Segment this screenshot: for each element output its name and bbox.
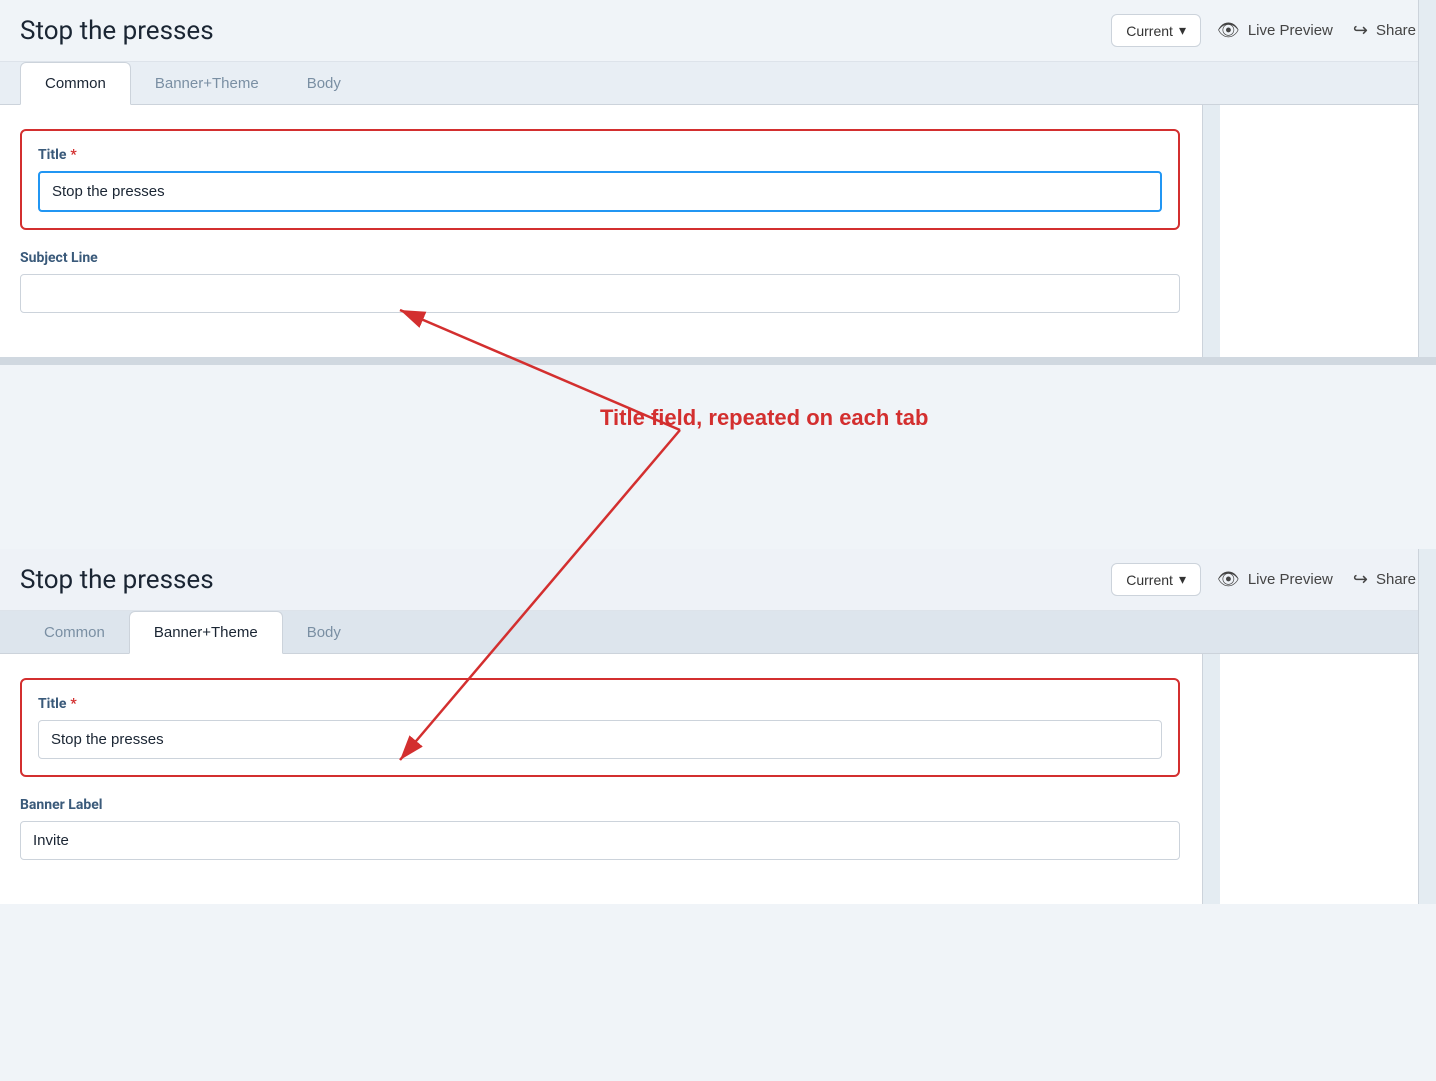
bottom-panel: Stop the presses Current ▾ 👁 Live Previe…	[0, 549, 1436, 904]
share-label-top: Share	[1376, 22, 1416, 39]
tab-common-top[interactable]: Common	[20, 62, 131, 105]
subject-line-field-group: Subject Line	[20, 250, 1180, 313]
share-label-bottom: Share	[1376, 571, 1416, 588]
tab-body-bottom[interactable]: Body	[283, 611, 365, 653]
title-label-top: Title *	[38, 147, 1162, 163]
live-preview-label-bottom: Live Preview	[1248, 571, 1333, 588]
title-input-top[interactable]	[38, 171, 1162, 212]
version-chevron-top: ▾	[1179, 22, 1186, 39]
tab-common-bottom[interactable]: Common	[20, 611, 129, 653]
title-required-top: *	[70, 147, 76, 163]
version-dropdown-bottom[interactable]: Current ▾	[1111, 563, 1201, 596]
tab-bottom-side-strip	[1418, 549, 1436, 904]
version-label-top: Current	[1126, 23, 1173, 39]
page-title-top: Stop the presses	[20, 16, 1095, 46]
version-dropdown-top[interactable]: Current ▾	[1111, 14, 1201, 47]
eye-icon-bottom: 👁	[1217, 569, 1240, 590]
form-bottom-side-strip	[1202, 654, 1220, 904]
title-input-bottom[interactable]	[38, 720, 1162, 759]
banner-label-label: Banner Label	[20, 797, 1180, 813]
bottom-tabs: Common Banner+Theme Body	[0, 611, 1436, 654]
live-preview-button-top[interactable]: 👁 Live Preview	[1217, 20, 1333, 41]
title-field-group-bottom: Title *	[20, 678, 1180, 777]
title-required-bottom: *	[70, 696, 76, 712]
top-panel: Stop the presses Current ▾ 👁 Live Previe…	[0, 0, 1436, 365]
bottom-header: Stop the presses Current ▾ 👁 Live Previe…	[0, 549, 1436, 611]
title-label-bottom: Title *	[38, 696, 1162, 712]
share-icon-bottom: ↪	[1353, 569, 1368, 590]
version-label-bottom: Current	[1126, 572, 1173, 588]
share-button-top[interactable]: ↪ Share	[1353, 20, 1416, 41]
top-content: Title * Subject Line	[0, 105, 1436, 357]
form-top-side-strip	[1202, 105, 1220, 357]
bottom-form-area: Title * Banner Label	[0, 654, 1200, 904]
top-tabs: Common Banner+Theme Body	[0, 62, 1436, 105]
banner-label-input[interactable]	[20, 821, 1180, 860]
header-actions-bottom: 👁 Live Preview ↪ Share	[1217, 569, 1416, 590]
version-chevron-bottom: ▾	[1179, 571, 1186, 588]
page-title-bottom: Stop the presses	[20, 565, 1095, 595]
share-icon-top: ↪	[1353, 20, 1368, 41]
live-preview-label-top: Live Preview	[1248, 22, 1333, 39]
banner-label-field-group: Banner Label	[20, 797, 1180, 860]
share-button-bottom[interactable]: ↪ Share	[1353, 569, 1416, 590]
subject-line-label: Subject Line	[20, 250, 1180, 266]
top-form-area: Title * Subject Line	[0, 105, 1200, 357]
header-actions-top: 👁 Live Preview ↪ Share	[1217, 20, 1416, 41]
live-preview-button-bottom[interactable]: 👁 Live Preview	[1217, 569, 1333, 590]
subject-line-input[interactable]	[20, 274, 1180, 313]
tab-body-top[interactable]: Body	[283, 62, 365, 104]
title-field-group-top: Title *	[20, 129, 1180, 230]
tab-top-side-strip	[1418, 0, 1436, 357]
bottom-content: Title * Banner Label	[0, 654, 1436, 904]
tab-banner-theme-top[interactable]: Banner+Theme	[131, 62, 283, 104]
top-header: Stop the presses Current ▾ 👁 Live Previe…	[0, 0, 1436, 62]
tab-banner-theme-bottom[interactable]: Banner+Theme	[129, 611, 283, 654]
eye-icon-top: 👁	[1217, 20, 1240, 41]
main-wrapper: Stop the presses Current ▾ 👁 Live Previe…	[0, 0, 1436, 1081]
svg-text:Title field, repeated on each: Title field, repeated on each tab	[600, 405, 928, 430]
